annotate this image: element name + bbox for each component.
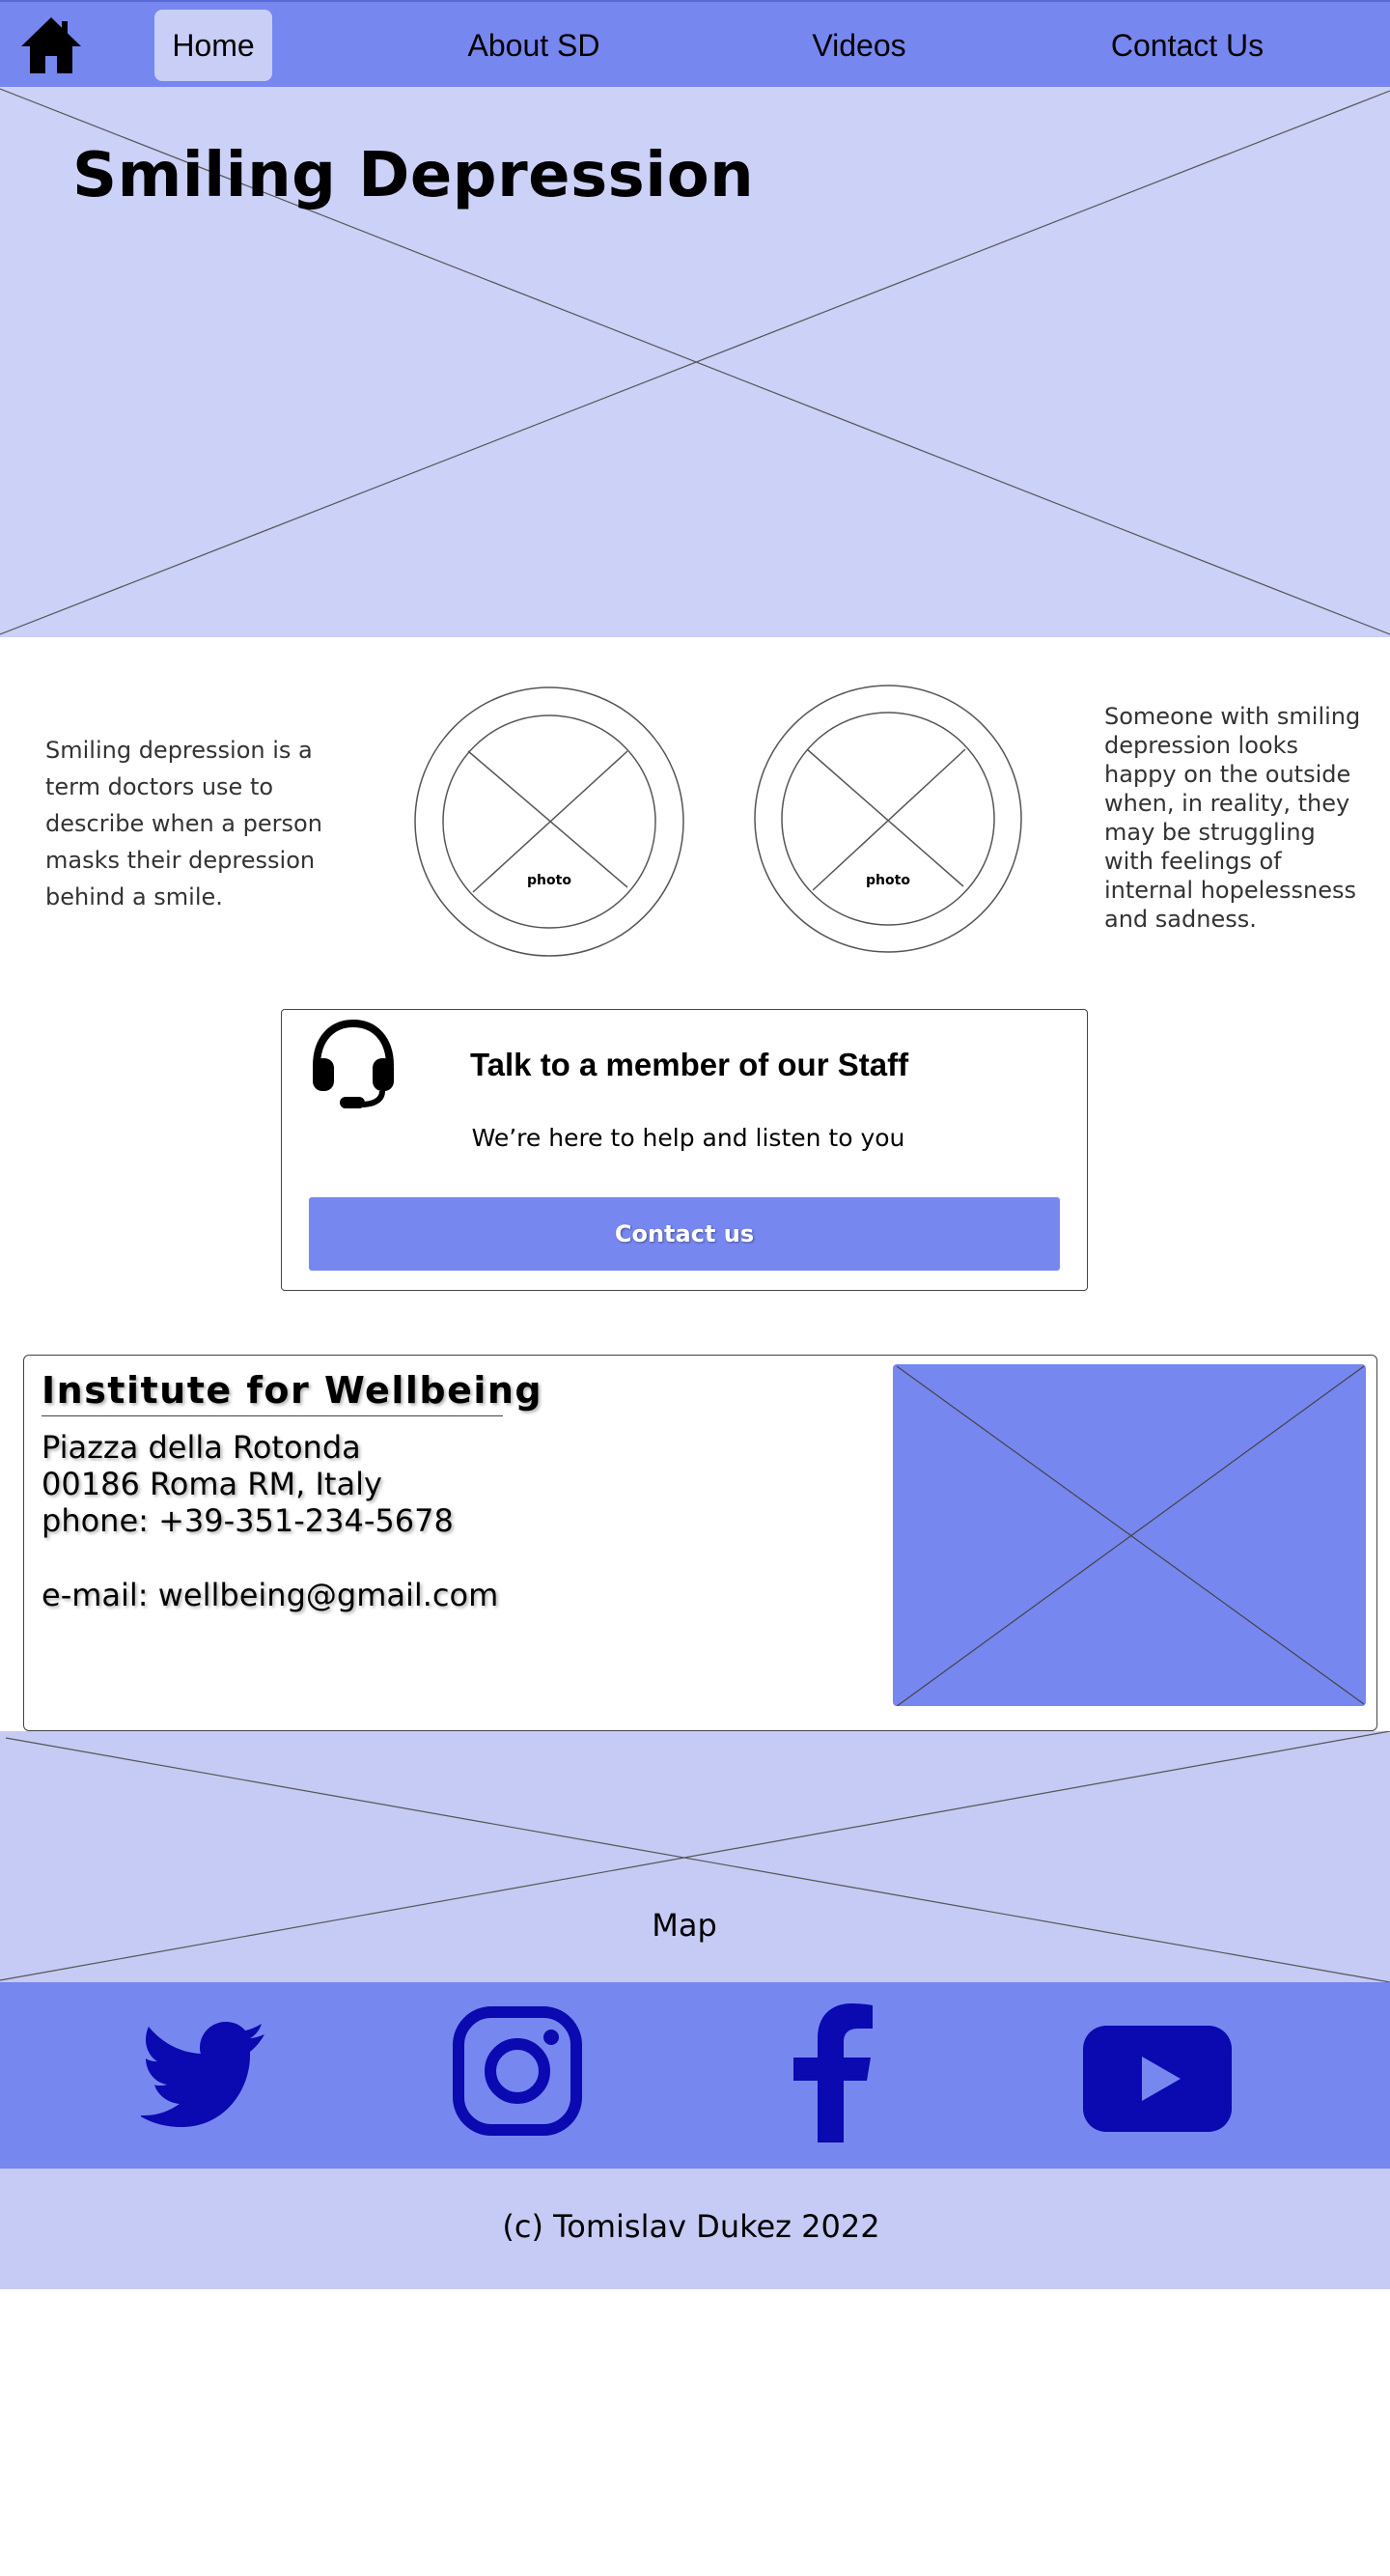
nav-item-home[interactable]: Home — [154, 10, 272, 81]
footer: (c) Tomislav Dukez 2022 — [0, 2169, 1390, 2289]
institute-card: Institute for Wellbeing Piazza della Rot… — [23, 1355, 1377, 1731]
nav-item-contact-us[interactable]: Contact Us — [1071, 10, 1303, 81]
nav-item-videos[interactable]: Videos — [772, 10, 946, 81]
email-text: e-mail: wellbeing@gmail.com — [42, 1577, 499, 1613]
image-placeholder-lines — [896, 1365, 1365, 1706]
phone-text: phone: +39-351-234-5678 — [42, 1502, 454, 1539]
address-city: 00186 Roma RM, Italy — [42, 1466, 382, 1502]
nav-item-about-sd[interactable]: About SD — [437, 10, 630, 81]
nav-bar: Home About SD Videos Contact Us — [0, 0, 1390, 87]
home-icon[interactable] — [19, 15, 83, 75]
photo-frame: photo — [414, 686, 684, 957]
map-placeholder-lines — [0, 1731, 1390, 1982]
social-bar — [0, 1982, 1390, 2169]
map-placeholder[interactable]: Map — [0, 1731, 1390, 1982]
page-title: Smiling Depression — [72, 140, 755, 211]
copyright-text: (c) Tomislav Dukez 2022 — [502, 2208, 880, 2245]
info-text-left: Smiling depression is a term doctors use… — [45, 737, 322, 910]
instagram-icon[interactable] — [452, 2005, 583, 2137]
facebook-icon[interactable] — [790, 2002, 873, 2142]
photo-label: photo — [866, 873, 910, 888]
staff-subtitle: We’re here to help and listen to you — [471, 1124, 905, 1152]
photo-frame: photo — [754, 685, 1022, 953]
photo-placeholder: photo — [753, 684, 1023, 954]
address-street: Piazza della Rotonda — [42, 1429, 361, 1466]
youtube-icon[interactable] — [1083, 2026, 1232, 2132]
twitter-icon[interactable] — [141, 2021, 266, 2127]
title-divider — [42, 1415, 503, 1416]
staff-title: Talk to a member of our Staff — [469, 1047, 909, 1082]
photo-label: photo — [527, 873, 571, 888]
info-text-right: Someone with smiling depression looks ha… — [1104, 703, 1361, 933]
map-label: Map — [652, 1907, 717, 1944]
photo-placeholder: photo — [413, 686, 685, 958]
institute-image-placeholder — [893, 1364, 1366, 1706]
contact-us-button[interactable]: Contact us — [309, 1197, 1060, 1271]
institute-title: Institute for Wellbeing — [42, 1369, 543, 1412]
staff-contact-card: Talk to a member of our Staff We’re here… — [281, 1009, 1088, 1291]
